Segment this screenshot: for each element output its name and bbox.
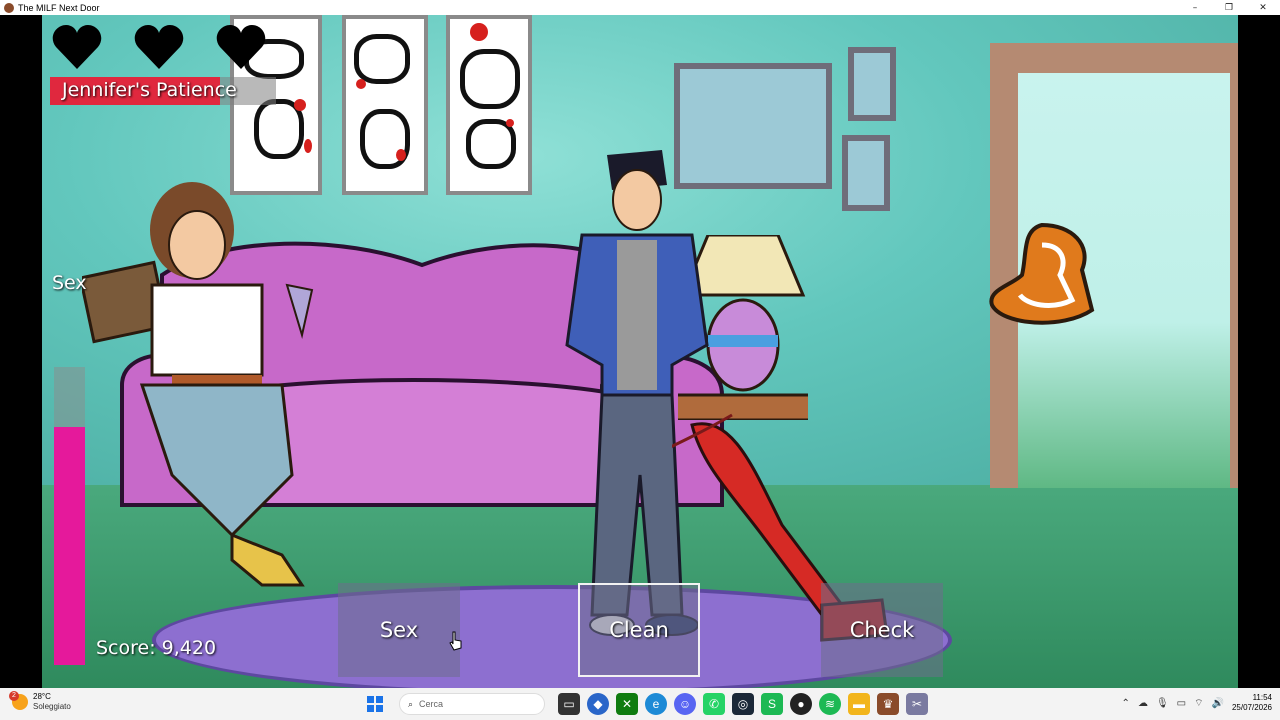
microphone-icon[interactable]: 🎙 xyxy=(1156,698,1169,709)
windows-start-icon[interactable] xyxy=(364,693,386,715)
app-icon xyxy=(4,2,14,13)
xbox-icon[interactable]: ✕ xyxy=(616,693,638,715)
app-icon[interactable]: ● xyxy=(790,693,812,715)
patience-meter: Jennifer's Patience xyxy=(50,77,276,105)
game-viewport[interactable]: Jennifer's Patience Sex Score: 9,420 Sex… xyxy=(0,15,1280,688)
task-view-icon[interactable]: ▭ xyxy=(558,693,580,715)
clock-time: 11:54 xyxy=(1252,693,1272,702)
flying-shoe xyxy=(989,222,1095,325)
sex-meter-fill xyxy=(54,426,85,665)
heart-icon xyxy=(52,25,102,69)
jennifer-character[interactable] xyxy=(82,175,322,605)
game-icon[interactable]: ♛ xyxy=(877,693,899,715)
search-placeholder: Cerca xyxy=(419,699,444,709)
close-button[interactable]: ✕ xyxy=(1246,0,1280,15)
weather-widget[interactable]: 2 28°C Soleggiato xyxy=(9,691,71,712)
windows-taskbar: 2 28°C Soleggiato ⌕ Cerca ▭ ◆ ✕ e ☺ ✆ ◎ … xyxy=(0,688,1280,720)
volume-icon[interactable]: 🔊 xyxy=(1212,698,1224,709)
clean-action-button[interactable]: Clean xyxy=(578,583,700,677)
heart-icon xyxy=(134,25,184,69)
whatsapp-icon[interactable]: ✆ xyxy=(703,693,725,715)
patience-meter-label: Jennifer's Patience xyxy=(62,79,237,101)
onedrive-icon[interactable]: ☁ xyxy=(1138,698,1148,709)
small-picture-frame xyxy=(842,135,890,211)
lives-hearts xyxy=(52,25,266,71)
taskbar-clock[interactable]: 11:54 25/07/2026 xyxy=(1232,693,1272,713)
sex-meter xyxy=(54,367,85,665)
check-action-button[interactable]: Check xyxy=(821,583,943,677)
wifi-icon[interactable]: ⌔ xyxy=(1194,697,1203,710)
app-icon[interactable]: ◆ xyxy=(587,693,609,715)
heart-icon xyxy=(216,25,266,69)
weather-temp: 28°C xyxy=(33,692,51,701)
sun-icon: 2 xyxy=(9,691,28,710)
abstract-painting xyxy=(446,15,532,195)
window-titlebar: The MILF Next Door – ❐ ✕ xyxy=(0,0,1280,15)
taskbar-search[interactable]: ⌕ Cerca xyxy=(399,693,545,715)
window-title: The MILF Next Door xyxy=(18,2,100,13)
minimize-button[interactable]: – xyxy=(1178,0,1212,15)
abstract-painting xyxy=(342,15,428,195)
score-display: Score: 9,420 xyxy=(96,637,217,659)
steam-icon[interactable]: ◎ xyxy=(732,693,754,715)
weather-condition: Soleggiato xyxy=(33,702,71,711)
system-tray: ⌃ ☁ 🎙 ▭ ⌔ 🔊 11:54 25/07/2026 xyxy=(1122,693,1272,713)
chevron-up-icon[interactable]: ⌃ xyxy=(1122,698,1130,709)
battery-icon[interactable]: ▭ xyxy=(1177,698,1186,709)
discord-icon[interactable]: ☺ xyxy=(674,693,696,715)
notification-badge: 2 xyxy=(9,691,19,701)
sex-action-button[interactable]: Sex xyxy=(338,583,460,677)
edge-icon[interactable]: e xyxy=(645,693,667,715)
hand-cursor-icon xyxy=(449,631,462,651)
spotify-alt-icon[interactable]: S xyxy=(761,693,783,715)
search-icon: ⌕ xyxy=(408,698,414,709)
clock-date: 25/07/2026 xyxy=(1231,703,1272,712)
small-picture-frame xyxy=(848,47,896,121)
taskbar-apps: ⌕ Cerca ▭ ◆ ✕ e ☺ ✆ ◎ S ● ≋ ▬ ♛ ✂ xyxy=(364,693,928,715)
maximize-button[interactable]: ❐ xyxy=(1212,0,1246,15)
folder-icon[interactable]: ▬ xyxy=(848,693,870,715)
snipping-icon[interactable]: ✂ xyxy=(906,693,928,715)
sex-meter-label: Sex xyxy=(52,272,87,294)
spotify-icon[interactable]: ≋ xyxy=(819,693,841,715)
